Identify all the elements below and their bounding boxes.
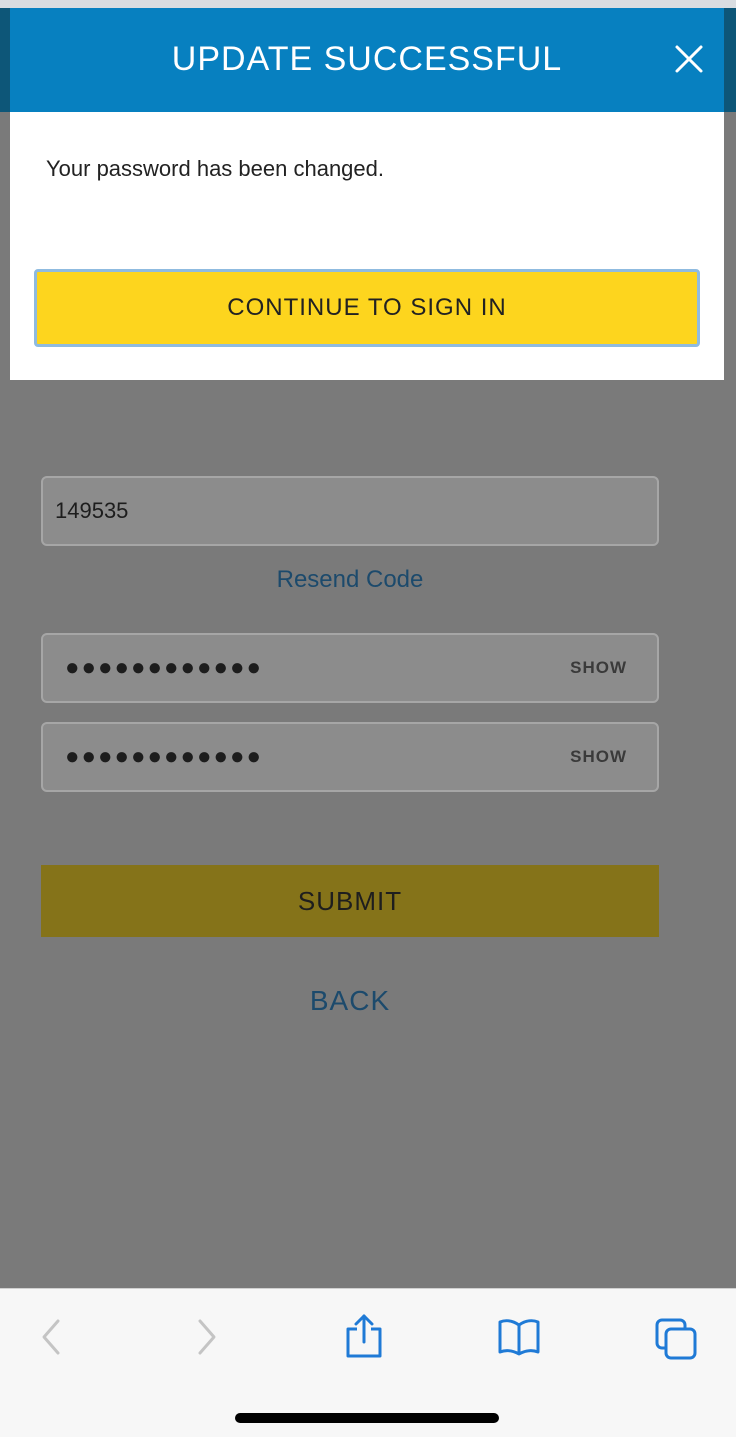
verification-code-field[interactable]: 149535: [41, 476, 659, 546]
right-edge: [724, 8, 736, 112]
close-icon[interactable]: [674, 44, 704, 74]
new-password-field[interactable]: ●●●●●●●●●●●● SHOW: [41, 633, 659, 703]
modal-message: Your password has been changed.: [46, 156, 384, 181]
forward-arrow-icon[interactable]: [186, 1317, 226, 1357]
status-strip: [0, 0, 736, 8]
modal-header: UPDATE SUCCESSFUL: [10, 8, 724, 112]
back-link[interactable]: BACK: [0, 985, 700, 1017]
new-password-mask: ●●●●●●●●●●●●: [65, 654, 263, 681]
verification-code-value: 149535: [55, 498, 129, 523]
show-password-button[interactable]: SHOW: [570, 658, 627, 678]
resend-code-link[interactable]: Resend Code: [0, 566, 700, 594]
home-indicator: [235, 1413, 499, 1423]
submit-button[interactable]: SUBMIT: [41, 865, 659, 937]
update-success-modal: UPDATE SUCCESSFUL Your password has been…: [10, 8, 724, 380]
tabs-icon[interactable]: [654, 1317, 698, 1361]
share-icon[interactable]: [343, 1313, 385, 1359]
confirm-password-field[interactable]: ●●●●●●●●●●●● SHOW: [41, 722, 659, 792]
show-confirm-password-button[interactable]: SHOW: [570, 747, 627, 767]
bookmarks-icon[interactable]: [497, 1317, 541, 1357]
back-arrow-icon[interactable]: [32, 1317, 72, 1357]
continue-to-sign-in-button[interactable]: CONTINUE TO SIGN IN: [34, 269, 700, 347]
confirm-password-mask: ●●●●●●●●●●●●: [65, 743, 263, 770]
left-edge: [0, 8, 10, 112]
modal-title: UPDATE SUCCESSFUL: [171, 40, 563, 78]
